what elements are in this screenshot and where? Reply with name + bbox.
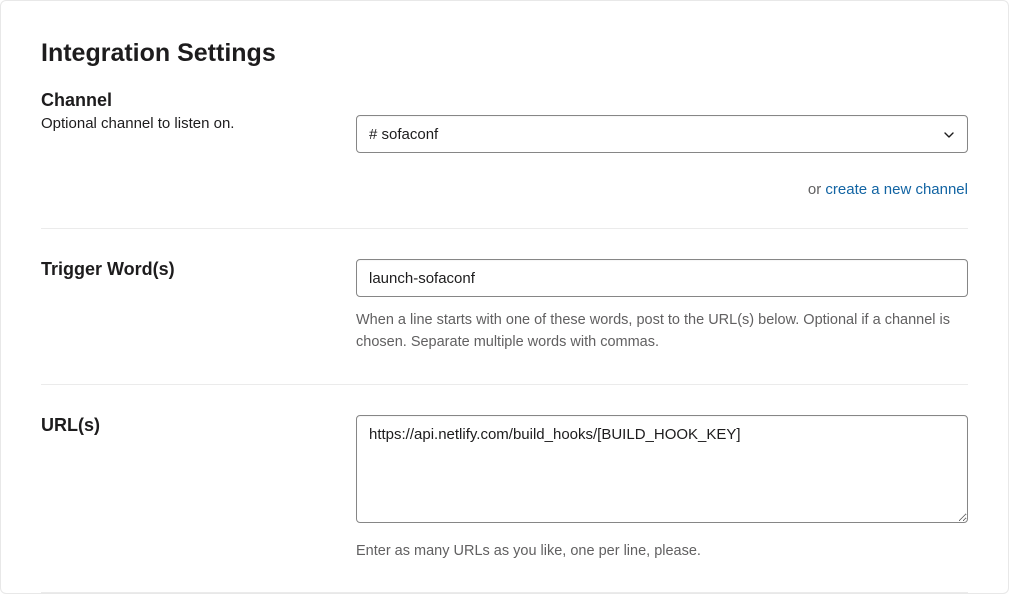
page-title: Integration Settings	[41, 39, 968, 68]
trigger-section: Trigger Word(s) When a line starts with …	[41, 259, 968, 385]
channel-select[interactable]: # sofaconf	[356, 115, 968, 153]
integration-settings-panel: Integration Settings Channel Optional ch…	[0, 0, 1009, 594]
channel-selected-value: # sofaconf	[369, 126, 438, 143]
urls-textarea[interactable]	[356, 415, 968, 523]
create-channel-link[interactable]: create a new channel	[825, 181, 968, 198]
channel-label: Channel	[41, 90, 968, 111]
trigger-label: Trigger Word(s)	[41, 259, 336, 280]
urls-section: URL(s) Enter as many URLs as you like, o…	[41, 415, 968, 593]
create-channel-prompt: or create a new channel	[356, 181, 968, 198]
channel-description: Optional channel to listen on.	[41, 115, 336, 132]
urls-help-text: Enter as many URLs as you like, one per …	[356, 540, 968, 562]
channel-section: Channel Optional channel to listen on. #…	[41, 90, 968, 229]
urls-label: URL(s)	[41, 415, 336, 436]
trigger-words-input[interactable]	[356, 259, 968, 297]
trigger-help-text: When a line starts with one of these wor…	[356, 309, 968, 354]
